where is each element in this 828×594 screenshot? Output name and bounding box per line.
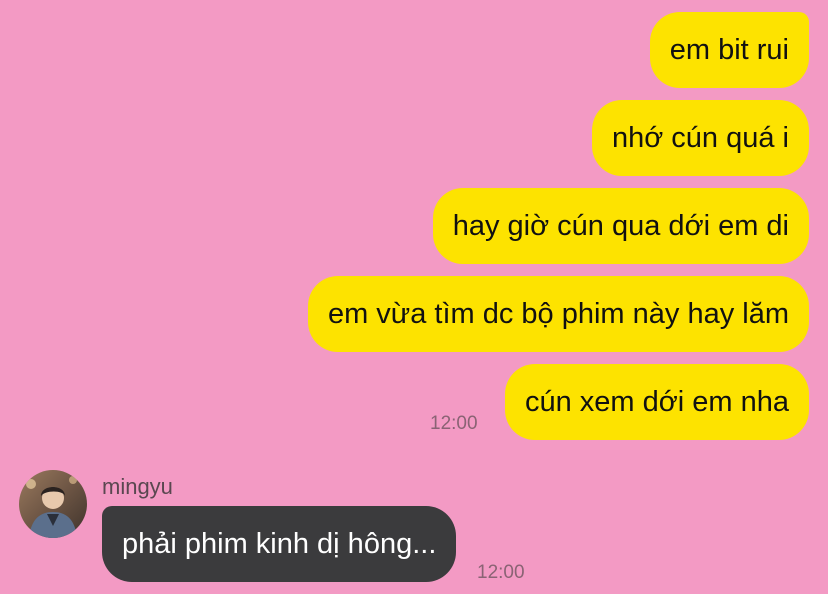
message-text: cún xem dới em nha [524, 386, 789, 418]
outgoing-message[interactable]: em bit rui [649, 12, 809, 88]
outgoing-message[interactable]: nhớ cún quá i [591, 100, 809, 176]
message-timestamp: 12:00 [430, 413, 478, 434]
message-text: phải phim kinh dị hông... [122, 528, 437, 560]
avatar-photo [19, 470, 87, 538]
message-text: em bit rui [669, 34, 789, 66]
outgoing-message[interactable]: em vừa tìm dc bộ phim này hay lăm [307, 276, 809, 352]
incoming-message[interactable]: phải phim kinh dị hông... [102, 506, 457, 582]
message-timestamp: 12:00 [477, 562, 525, 583]
message-text: em vừa tìm dc bộ phim này hay lăm [327, 298, 789, 330]
outgoing-message[interactable]: hay giờ cún qua dới em di [432, 188, 809, 264]
outgoing-message[interactable]: cún xem dới em nha [504, 364, 809, 440]
avatar[interactable] [19, 470, 87, 538]
sender-name: mingyu [102, 474, 173, 499]
message-text: hay giờ cún qua dới em di [452, 210, 789, 242]
message-text: nhớ cún quá i [611, 122, 789, 154]
